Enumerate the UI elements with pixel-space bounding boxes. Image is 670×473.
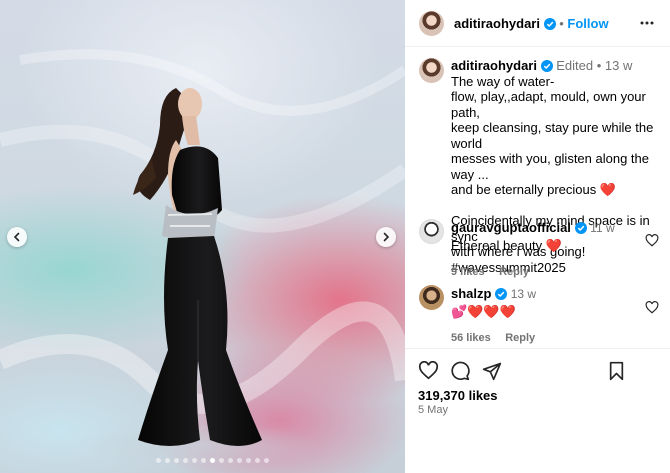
carousel-dot xyxy=(192,458,197,463)
post-side-panel: aditiraohydari • Follow aditiraohydari E… xyxy=(405,0,670,473)
heart-outline-icon xyxy=(645,234,659,247)
caption-line: The way of water- xyxy=(451,73,555,89)
follow-button[interactable]: Follow xyxy=(567,16,608,31)
post-header: aditiraohydari • Follow xyxy=(405,0,670,47)
caption-line: flow, play,,adapt, mould, own your path, xyxy=(451,89,646,120)
share-button[interactable] xyxy=(482,361,502,386)
commenter-avatar[interactable] xyxy=(419,219,444,244)
more-horizontal-icon xyxy=(640,21,654,25)
more-options-button[interactable] xyxy=(639,16,655,35)
woman-in-black-gown-photo xyxy=(0,49,405,467)
heart-icon xyxy=(418,360,439,380)
author-username[interactable]: aditiraohydari xyxy=(454,16,540,31)
caption-line: and be eternally precious ❤️ xyxy=(451,182,617,197)
paper-plane-icon xyxy=(482,362,502,381)
comment-likes[interactable]: 9 likes xyxy=(451,266,485,278)
caption-separator: • xyxy=(596,58,602,73)
carousel-dot xyxy=(183,458,188,463)
comment-likes[interactable]: 56 likes xyxy=(451,332,491,344)
verified-badge-icon xyxy=(574,222,587,234)
carousel-dot xyxy=(165,458,170,463)
carousel-indicator xyxy=(156,458,269,463)
caption-line: messes with you, glisten along the way .… xyxy=(451,151,649,182)
commenter-username[interactable]: gauravguptaofficial xyxy=(451,220,571,235)
caption-avatar[interactable] xyxy=(419,58,444,83)
heart-outline-icon xyxy=(645,301,659,314)
header-separator: • xyxy=(559,16,564,31)
save-button[interactable] xyxy=(608,361,625,386)
author-avatar[interactable] xyxy=(419,11,444,36)
comment-text: 💕❤️❤️❤️ xyxy=(451,303,516,319)
carousel-dot xyxy=(210,458,215,463)
like-button[interactable] xyxy=(418,360,439,385)
comment: shalzp 13 w 💕❤️❤️❤️ 56 likes Reply xyxy=(451,286,641,346)
carousel-dot xyxy=(219,458,224,463)
chevron-left-icon xyxy=(13,232,20,242)
next-image-button[interactable] xyxy=(376,227,396,247)
likes-count[interactable]: 319,370 likes xyxy=(418,388,498,403)
edited-label: Edited xyxy=(556,58,594,73)
reply-button[interactable]: Reply xyxy=(505,332,535,344)
like-comment-button[interactable] xyxy=(645,301,659,319)
verified-badge-icon xyxy=(543,18,556,30)
carousel-dot xyxy=(228,458,233,463)
commenter-avatar[interactable] xyxy=(419,285,444,310)
caption-time: 13 w xyxy=(604,58,633,73)
post-image[interactable] xyxy=(0,0,405,473)
caption-line: keep cleansing, stay pure while the worl… xyxy=(451,120,654,151)
carousel-dot xyxy=(264,458,269,463)
carousel-dot xyxy=(201,458,206,463)
action-divider xyxy=(405,348,670,349)
like-comment-button[interactable] xyxy=(645,234,659,252)
caption-line xyxy=(451,198,663,214)
comment-text: Ethereal beauty ❤️ xyxy=(451,237,562,253)
carousel-dot xyxy=(255,458,260,463)
bookmark-icon xyxy=(609,361,624,381)
carousel-dot xyxy=(174,458,179,463)
carousel-dot xyxy=(246,458,251,463)
verified-badge-icon xyxy=(540,60,553,72)
comment-button[interactable] xyxy=(450,361,470,386)
comment: gauravguptaofficial 11 w Ethereal beauty… xyxy=(451,220,641,280)
commenter-username[interactable]: shalzp xyxy=(451,286,491,301)
verified-badge-icon xyxy=(495,288,508,300)
comment-time: 13 w xyxy=(510,287,537,301)
comment-bubble-icon xyxy=(451,361,470,381)
comment-time: 11 w xyxy=(590,221,615,235)
previous-image-button[interactable] xyxy=(7,227,27,247)
carousel-dot xyxy=(156,458,161,463)
post-date[interactable]: 5 May xyxy=(418,404,448,416)
reply-button[interactable]: Reply xyxy=(499,266,529,278)
chevron-right-icon xyxy=(383,232,390,242)
carousel-dot xyxy=(237,458,242,463)
caption-username[interactable]: aditiraohydari xyxy=(451,58,537,73)
